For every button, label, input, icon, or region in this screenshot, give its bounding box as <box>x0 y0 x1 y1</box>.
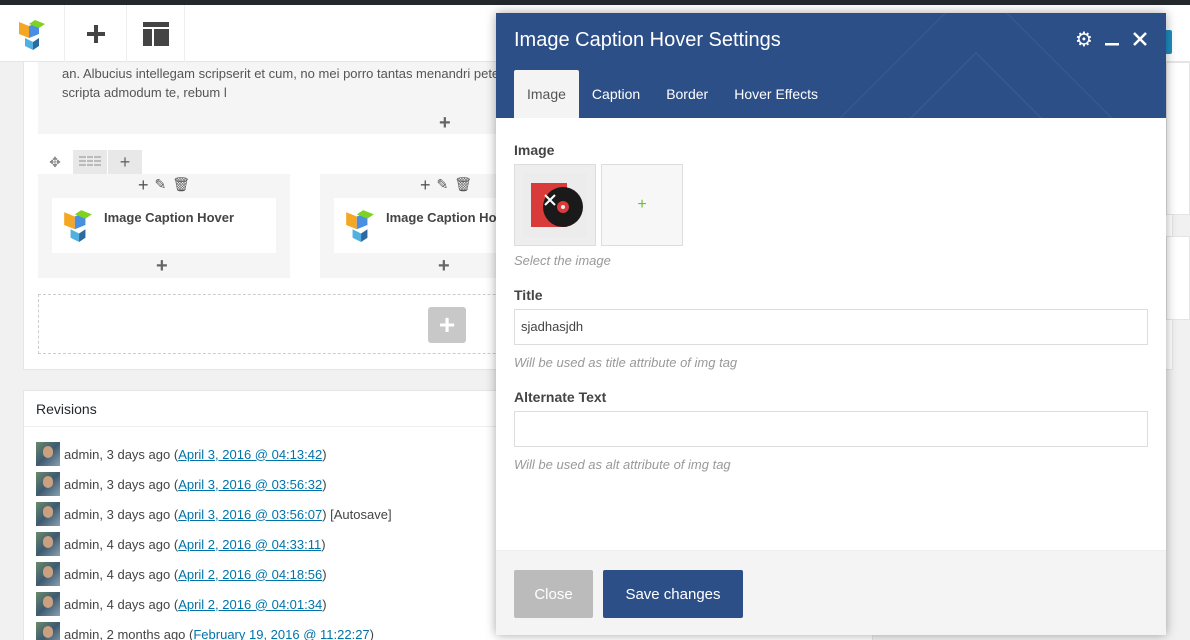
tab-caption[interactable]: Caption <box>579 70 653 118</box>
add-icon[interactable]: + <box>420 176 431 194</box>
alt-text-input[interactable] <box>514 411 1148 447</box>
image-thumbnail[interactable] <box>514 164 596 246</box>
revision-suffix: ) <box>322 566 327 582</box>
avatar <box>36 622 60 640</box>
add-element-icon[interactable]: + <box>156 256 168 276</box>
revision-suffix: ) <box>369 626 374 640</box>
close-icon[interactable] <box>1132 29 1148 49</box>
minimize-icon[interactable] <box>1104 29 1120 49</box>
tab-image[interactable]: Image <box>514 70 579 118</box>
element-title: Image Caption Hover <box>104 210 235 225</box>
revision-suffix: ) [Autosave] <box>322 506 392 522</box>
avatar <box>36 562 60 586</box>
tab-border[interactable]: Border <box>653 70 721 118</box>
revision-link[interactable]: April 3, 2016 @ 04:13:42 <box>178 447 322 462</box>
revision-suffix: ) <box>322 446 327 462</box>
tab-hover-effects[interactable]: Hover Effects <box>721 70 831 118</box>
column-2: + ✎ 🗑 Image Caption Hover + <box>320 174 558 278</box>
add-icon[interactable]: + <box>138 176 149 194</box>
title-input[interactable]: sjadhasjdh <box>514 309 1148 345</box>
alt-text-help: Will be used as alt attribute of img tag <box>514 457 731 472</box>
revision-author: admin, 3 days ago ( <box>64 506 179 522</box>
revision-author: admin, 2 months ago ( <box>64 626 194 640</box>
avatar <box>36 502 60 526</box>
add-element-below-icon[interactable]: + <box>439 113 451 133</box>
revision-link[interactable]: April 3, 2016 @ 03:56:07 <box>178 507 322 522</box>
modal-controls: ⚙ <box>1075 29 1148 51</box>
edit-icon[interactable]: ✎ <box>155 176 167 194</box>
move-icon[interactable]: ✥ <box>38 150 72 174</box>
avatar <box>36 442 60 466</box>
vc-logo-icon <box>19 19 45 50</box>
edit-icon[interactable]: ✎ <box>437 176 449 194</box>
revision-author: admin, 4 days ago ( <box>64 536 179 552</box>
revision-link[interactable]: April 2, 2016 @ 04:33:11 <box>178 537 321 552</box>
add-element-button[interactable] <box>65 5 127 62</box>
trash-icon[interactable]: 🗑 <box>172 176 190 194</box>
row-add-icon[interactable]: + <box>108 150 142 174</box>
modal-footer: Close Save changes <box>496 550 1166 635</box>
add-element-icon[interactable]: + <box>438 256 450 276</box>
vc-element-icon <box>64 210 92 242</box>
vc-element-icon <box>346 210 374 242</box>
row-layout-icon[interactable] <box>73 150 107 174</box>
revision-author: admin, 4 days ago ( <box>64 596 179 612</box>
revision-suffix: ) <box>321 536 326 552</box>
title-label: Title <box>514 287 543 303</box>
revision-author: admin, 4 days ago ( <box>64 566 179 582</box>
add-image-button[interactable]: + <box>601 164 683 246</box>
templates-icon <box>142 21 169 46</box>
plus-icon <box>86 24 105 43</box>
revision-author: admin, 3 days ago ( <box>64 446 179 462</box>
modal-header: Image Caption Hover Settings ⚙ Image Cap… <box>496 13 1166 118</box>
side-panel <box>1166 236 1190 320</box>
settings-modal: Image Caption Hover Settings ⚙ Image Cap… <box>496 13 1166 635</box>
side-panel <box>1166 62 1190 215</box>
vc-logo[interactable] <box>0 5 65 62</box>
modal-title: Image Caption Hover Settings <box>514 29 781 51</box>
image-label: Image <box>514 142 555 158</box>
gear-icon[interactable]: ⚙ <box>1075 29 1093 51</box>
revision-author: admin, 3 days ago ( <box>64 476 179 492</box>
album-cover-image <box>523 173 587 237</box>
revision-link[interactable]: February 19, 2016 @ 11:22:27 <box>193 627 369 640</box>
revision-link[interactable]: April 2, 2016 @ 04:01:34 <box>178 597 322 612</box>
modal-tabs: Image Caption Border Hover Effects <box>514 70 831 118</box>
close-button[interactable]: Close <box>514 570 593 618</box>
column-1: + ✎ 🗑 Image Caption Hover + <box>38 174 290 278</box>
trash-icon[interactable]: 🗑 <box>454 176 472 194</box>
add-row-button[interactable]: + <box>428 307 466 343</box>
title-help: Will be used as title attribute of img t… <box>514 355 738 370</box>
modal-body: Image + Select the image Title sjadhasjd… <box>496 118 1166 550</box>
avatar <box>36 472 60 496</box>
revision-suffix: ) <box>322 476 327 492</box>
alt-text-label: Alternate Text <box>514 389 607 405</box>
revision-link[interactable]: April 3, 2016 @ 03:56:32 <box>178 477 322 492</box>
revision-suffix: ) <box>322 596 327 612</box>
row-controls: ✥ + <box>38 150 143 174</box>
avatar <box>36 592 60 616</box>
templates-button[interactable] <box>127 5 185 62</box>
element-image-caption-hover[interactable]: Image Caption Hover <box>52 198 276 253</box>
save-changes-button[interactable]: Save changes <box>603 570 743 618</box>
avatar <box>36 532 60 556</box>
column-tools: + ✎ 🗑 <box>38 176 290 194</box>
revision-link[interactable]: April 2, 2016 @ 04:18:56 <box>178 567 322 582</box>
image-help: Select the image <box>514 253 611 268</box>
